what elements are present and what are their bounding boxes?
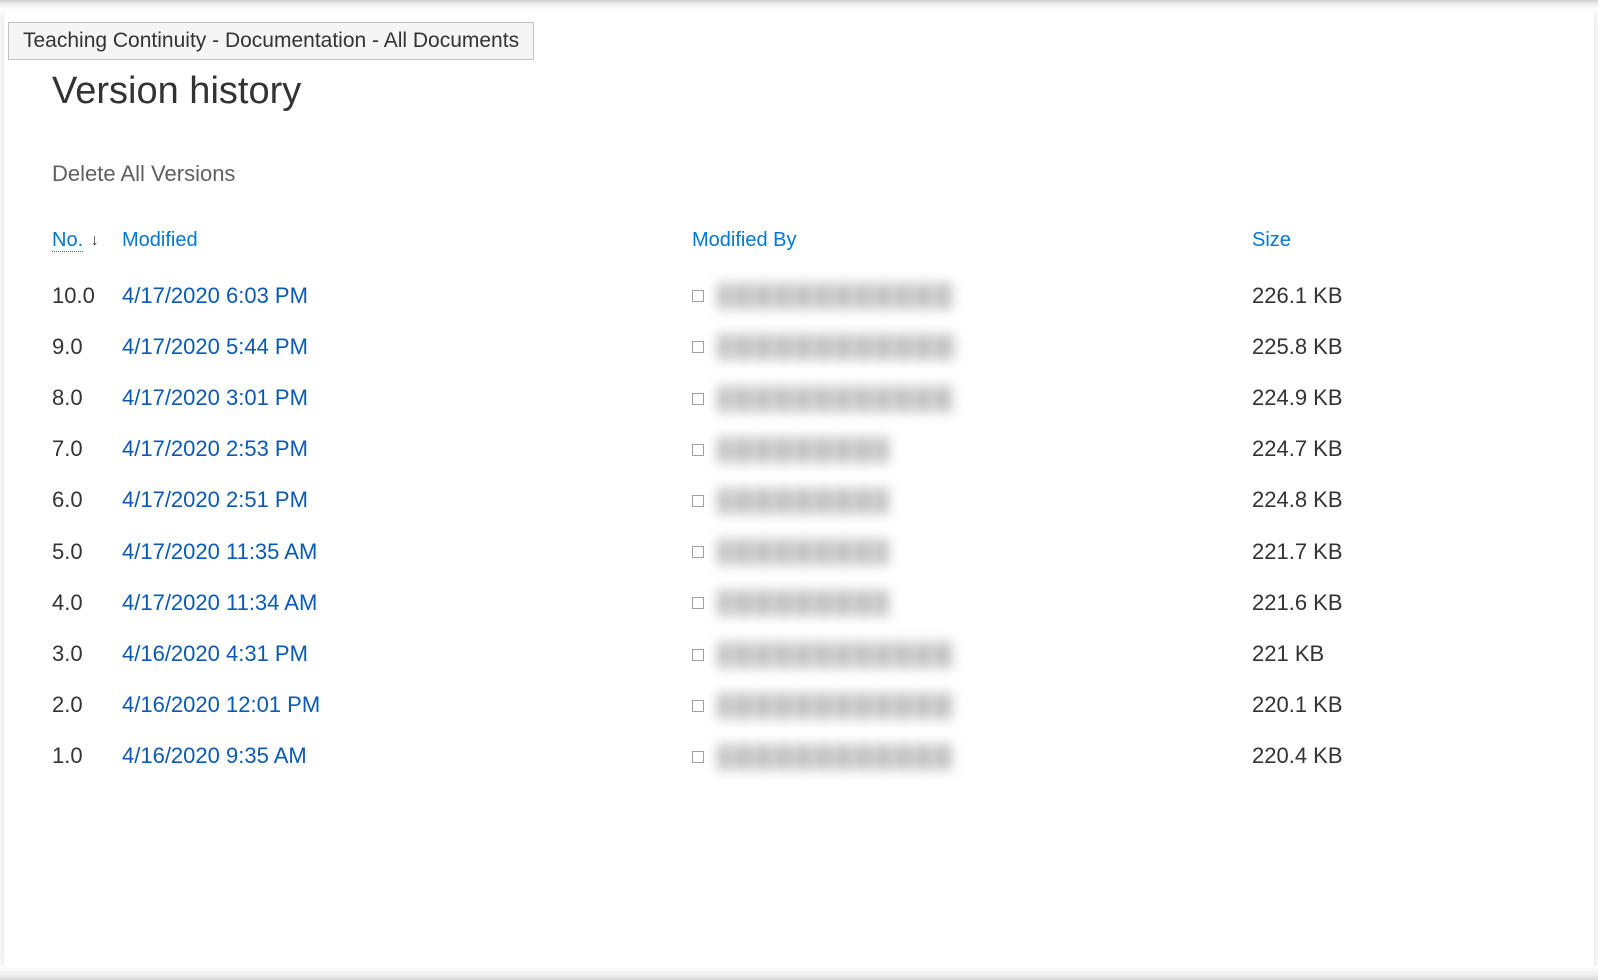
version-row: 5.04/17/2020 11:35 AM 221.7 KB: [52, 526, 1558, 577]
redacted-user-name: [718, 693, 953, 719]
version-modified-link[interactable]: 4/17/2020 2:53 PM: [122, 424, 692, 475]
presence-icon: [692, 341, 704, 353]
presence-icon: [692, 495, 704, 507]
version-history-table: No. ↓ Modified Modified By Size 10.04/17…: [52, 229, 1558, 782]
version-number: 10.0: [52, 270, 122, 321]
redacted-user-name: [718, 488, 888, 514]
version-number: 3.0: [52, 628, 122, 679]
redacted-user-name: [718, 744, 953, 770]
version-size: 221.7 KB: [1252, 526, 1558, 577]
column-header-modified-by[interactable]: Modified By: [692, 229, 1252, 270]
version-row: 6.04/17/2020 2:51 PM 224.8 KB: [52, 475, 1558, 526]
version-number: 7.0: [52, 424, 122, 475]
version-size: 221.6 KB: [1252, 577, 1558, 628]
version-row: 7.04/17/2020 2:53 PM 224.7 KB: [52, 424, 1558, 475]
version-number: 6.0: [52, 475, 122, 526]
version-modified-by: [692, 270, 1252, 321]
presence-icon: [692, 290, 704, 302]
version-size: 224.9 KB: [1252, 372, 1558, 423]
presence-icon: [692, 751, 704, 763]
version-row: 4.04/17/2020 11:34 AM 221.6 KB: [52, 577, 1558, 628]
version-row: 9.04/17/2020 5:44 PM 225.8 KB: [52, 321, 1558, 372]
version-number: 1.0: [52, 731, 122, 782]
version-number: 9.0: [52, 321, 122, 372]
redacted-user-name: [718, 334, 956, 360]
version-modified-by: [692, 424, 1252, 475]
page-title: Version history: [52, 70, 1558, 113]
redacted-user-name: [718, 437, 888, 463]
version-size: 225.8 KB: [1252, 321, 1558, 372]
redacted-user-name: [718, 539, 888, 565]
version-modified-link[interactable]: 4/16/2020 12:01 PM: [122, 680, 692, 731]
version-modified-link[interactable]: 4/17/2020 3:01 PM: [122, 372, 692, 423]
version-size: 224.7 KB: [1252, 424, 1558, 475]
window-top-shadow: [0, 0, 1598, 10]
version-modified-link[interactable]: 4/17/2020 5:44 PM: [122, 321, 692, 372]
version-modified-link[interactable]: 4/17/2020 11:35 AM: [122, 526, 692, 577]
version-number: 2.0: [52, 680, 122, 731]
version-row: 10.04/17/2020 6:03 PM 226.1 KB: [52, 270, 1558, 321]
redacted-user-name: [718, 283, 953, 309]
version-number: 5.0: [52, 526, 122, 577]
presence-icon: [692, 393, 704, 405]
redacted-user-name: [718, 590, 888, 616]
presence-icon: [692, 444, 704, 456]
version-modified-link[interactable]: 4/16/2020 9:35 AM: [122, 731, 692, 782]
redacted-user-name: [718, 386, 953, 412]
version-modified-by: [692, 577, 1252, 628]
version-modified-by: [692, 731, 1252, 782]
version-size: 220.1 KB: [1252, 680, 1558, 731]
version-size: 224.8 KB: [1252, 475, 1558, 526]
delete-all-versions-link[interactable]: Delete All Versions: [52, 161, 235, 187]
version-modified-by: [692, 680, 1252, 731]
presence-icon: [692, 546, 704, 558]
presence-icon: [692, 597, 704, 609]
version-number: 4.0: [52, 577, 122, 628]
version-size: 226.1 KB: [1252, 270, 1558, 321]
version-modified-by: [692, 628, 1252, 679]
version-modified-by: [692, 372, 1252, 423]
version-row: 3.04/16/2020 4:31 PM 221 KB: [52, 628, 1558, 679]
version-modified-by: [692, 475, 1252, 526]
version-size: 221 KB: [1252, 628, 1558, 679]
version-size: 220.4 KB: [1252, 731, 1558, 782]
version-row: 8.04/17/2020 3:01 PM 224.9 KB: [52, 372, 1558, 423]
column-header-size[interactable]: Size: [1252, 229, 1558, 270]
version-row: 2.04/16/2020 12:01 PM 220.1 KB: [52, 680, 1558, 731]
version-modified-link[interactable]: 4/17/2020 11:34 AM: [122, 577, 692, 628]
version-number: 8.0: [52, 372, 122, 423]
version-modified-link[interactable]: 4/17/2020 6:03 PM: [122, 270, 692, 321]
column-no-label: No.: [52, 229, 83, 252]
version-row: 1.04/16/2020 9:35 AM 220.4 KB: [52, 731, 1558, 782]
breadcrumb-tooltip: Teaching Continuity - Documentation - Al…: [8, 22, 534, 60]
version-modified-link[interactable]: 4/16/2020 4:31 PM: [122, 628, 692, 679]
presence-icon: [692, 700, 704, 712]
column-header-no[interactable]: No. ↓: [52, 229, 122, 270]
version-history-content: Version history Delete All Versions No. …: [52, 70, 1558, 782]
version-modified-by: [692, 526, 1252, 577]
redacted-user-name: [718, 642, 953, 668]
column-header-modified[interactable]: Modified: [122, 229, 692, 270]
presence-icon: [692, 649, 704, 661]
version-modified-link[interactable]: 4/17/2020 2:51 PM: [122, 475, 692, 526]
version-modified-by: [692, 321, 1252, 372]
sort-descending-icon: ↓: [91, 232, 99, 250]
window-bottom-shadow: [0, 966, 1598, 980]
